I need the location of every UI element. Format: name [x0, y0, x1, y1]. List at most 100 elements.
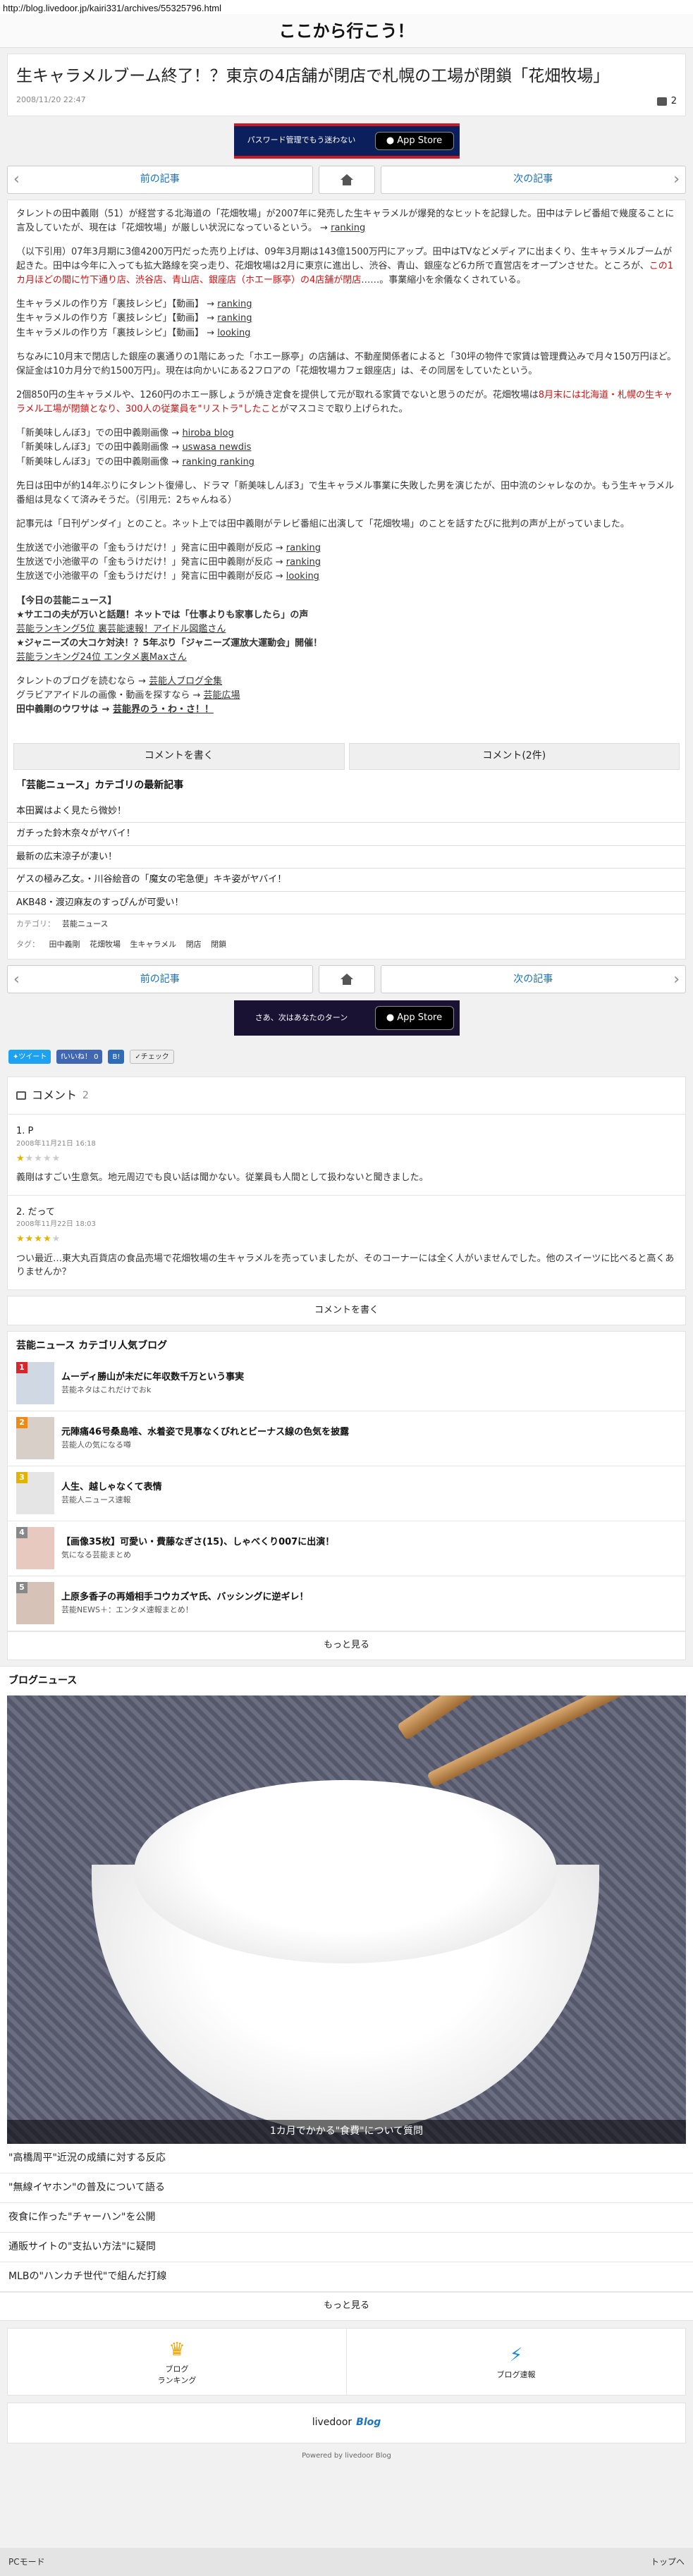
next-article-button[interactable]: 次の記事 [380, 965, 686, 994]
ranking-item-blog: 芸能人の気になる噂 [61, 1440, 131, 1449]
list-item[interactable]: 通販サイトの"支払い方法"に疑問 [0, 2233, 693, 2262]
comment-count-link[interactable]: 2 [656, 94, 677, 109]
news-link[interactable]: looking [286, 571, 319, 582]
bottom-bar: PCモード トップへ [0, 2548, 693, 2576]
manga-link[interactable]: hiroba blog [182, 428, 233, 438]
blog-news-more-button[interactable]: もっと見る [0, 2291, 693, 2320]
comment-text: つい最近…東大丸百貨店の食品売場で花畑牧場の生キャラメルを売っていましたが、その… [16, 1253, 675, 1278]
ranking-item[interactable]: 4 【画像35枚】可愛い・費藤なぎさ(15)、しゃべくり007に出演！ 気になる芸能… [8, 1521, 685, 1576]
ranking-item-title: ムーディ勝山が未だに年収数千万という事実 [61, 1372, 245, 1383]
rating-stars: ★★★★★ [16, 1152, 677, 1166]
body-paragraph: 記事元は「日刊ゲンダイ」とのこと。ネット上では田中義剛がテレビ番組に出演して「花… [16, 518, 630, 529]
comments-title: コメント [32, 1088, 78, 1103]
write-comment-button[interactable]: コメントを書く [13, 742, 345, 770]
site-title[interactable]: ここから行こう！ [0, 14, 693, 48]
write-comment-button[interactable]: コメントを書く [8, 1296, 685, 1325]
ranking-item[interactable]: 2 元陣痛46号桑島唯、水着姿で見事なくびれとビーナス線の色気を披露 芸能人の気にな… [8, 1411, 685, 1466]
apple-icon: ● [386, 1012, 395, 1024]
today-news-item[interactable]: ★サエコの夫が万いと話題！ネットでは「仕事よりも家事したら」の声 [16, 610, 308, 620]
ranking-title: 芸能ニュース カテゴリ人気ブログ [16, 1339, 168, 1351]
body-paragraph: （以下引用）07年3月期に3億4200万円だった売り上げは、09年3月期は143… [16, 246, 673, 271]
list-item[interactable]: 本田翼はよく見たら微妙！ [8, 800, 685, 823]
news-line: 生放送で小池徹平の「金もうけだけ！」発言に田中義剛が反応 → ranking [16, 543, 321, 554]
like-button[interactable]: f いいね！ 0 [56, 1050, 103, 1065]
chopstick-image [427, 1695, 686, 1788]
blog-link[interactable]: 芸能界のう・わ・さ！！ [113, 704, 214, 715]
article-header: 生キャラメルブーム終了！？東京の4店舗が閉店で札幌の工場が閉鎖「花畑牧場」 20… [7, 54, 686, 116]
blog-news-list: "高橋周平"近況の成績に対する反応 "無線イヤホン"の普及について語る 夜食に作… [0, 2144, 693, 2292]
home-button[interactable] [318, 965, 375, 994]
list-item[interactable]: 夜食に作った"チャーハン"を公開 [0, 2203, 693, 2233]
app-store-badge: ● App Store [374, 131, 454, 150]
pc-mode-link[interactable]: PCモード [8, 2556, 45, 2568]
blog-breaking-link[interactable]: ⚡ ブログ速報 [346, 2328, 685, 2395]
article-nav-top: 前の記事 次の記事 [7, 165, 686, 194]
rating-stars: ★★★★★ [16, 1232, 677, 1246]
tag-link[interactable]: 閉店 [186, 940, 202, 949]
manga-link[interactable]: uswasa newdis [182, 442, 251, 453]
tag-link[interactable]: 花畑牧場 [90, 940, 121, 949]
tweet-button[interactable]: ✦ ツイート [8, 1050, 51, 1065]
article-date: 2008/11/20 22:47 [16, 95, 86, 105]
comment-icon [656, 97, 667, 106]
social-buttons: ✦ ツイート f いいね！ 0 B! ✓ チェック [0, 1043, 693, 1071]
next-article-button[interactable]: 次の記事 [380, 165, 686, 194]
body-link[interactable]: ranking [331, 223, 365, 233]
check-button[interactable]: ✓ チェック [130, 1050, 174, 1065]
lightning-icon: ⚡ [509, 2344, 523, 2366]
comment-author: 2. だって [16, 1206, 55, 1218]
address-bar[interactable]: http://blog.livedoor.jp/kairi331/archive… [0, 0, 693, 14]
recipe-link[interactable]: looking [217, 328, 250, 338]
blog-news-section: ブログニュース 1カ月でかかる"食費"について質問 "高橋周平"近況の成績に対す… [0, 1665, 693, 2321]
list-item[interactable]: AKB48・渡辺麻友のすっぴんが可愛い！ [8, 892, 685, 915]
tag-link[interactable]: 閉鎖 [211, 940, 226, 949]
ranking-item[interactable]: 3 人生、越しゃなくて表情 芸能人ニュース速報 [8, 1466, 685, 1521]
view-comments-button[interactable]: コメント(2件) [348, 742, 680, 770]
ranking-item[interactable]: 1 ムーディ勝山が未だに年収数千万という事実 芸能ネタはこれだけでおk [8, 1356, 685, 1411]
comment-date: 2008年11月22日 18:03 [16, 1220, 96, 1229]
ranking-section: 芸能ニュース カテゴリ人気ブログ 1 ムーディ勝山が未だに年収数千万という事実 芸能… [7, 1330, 686, 1660]
today-news-item[interactable]: ★ジャニーズの大コケ対決！？5年ぶり「ジャニーズ運放大運動会」開催！ [16, 638, 322, 649]
prev-article-button[interactable]: 前の記事 [7, 165, 313, 194]
bookmark-button[interactable]: B! [108, 1050, 125, 1065]
news-link[interactable]: ranking [286, 557, 321, 568]
category-link[interactable]: 芸能ニュース [62, 919, 108, 928]
ranking-more-button[interactable]: もっと見る [8, 1631, 685, 1660]
blog-link[interactable]: 芸能人ブログ全集 [149, 676, 222, 687]
back-to-top-link[interactable]: トップへ [651, 2556, 685, 2568]
blog-news-feature[interactable]: 1カ月でかかる"食費"について質問 [7, 1695, 686, 2144]
today-news-rank[interactable]: 芸能ランキング5位 裏芸能速報！アイドル図鑑さん [16, 624, 226, 634]
list-item[interactable]: MLBの"ハンカチ世代"で組んだ打線 [0, 2262, 693, 2292]
list-item[interactable]: "無線イヤホン"の普及について語る [0, 2173, 693, 2203]
recipe-line: 生キャラメルの作り方「裏技レシピ」【動画】 → ranking [16, 313, 252, 324]
star-icon: ★★★★ [16, 1234, 52, 1245]
ranking-item[interactable]: 5 上原多香子の再婚相手コウカズヤ氏、バッシングに逆ギレ！ 芸能NEWS＋：エンタメ… [8, 1576, 685, 1631]
list-item[interactable]: ゲスの極み乙女。・川谷絵音の「魔女の宅急便」キキ姿がヤバイ！ [8, 869, 685, 892]
recipe-link[interactable]: ranking [217, 299, 252, 309]
blog-line: 田中義剛のウワサは → 芸能界のう・わ・さ！！ [16, 704, 214, 716]
recipe-line: 生キャラメルの作り方「裏技レシピ」【動画】 → looking [16, 327, 251, 338]
today-news-rank[interactable]: 芸能ランキング24位 エンタメ裏Maxさん [16, 652, 187, 663]
tag-link[interactable]: 田中義剛 [49, 940, 80, 949]
prev-article-button[interactable]: 前の記事 [7, 965, 313, 994]
manga-link[interactable]: ranking ranking [182, 457, 254, 467]
list-item[interactable]: 最新の広末涼子が凄い！ [8, 846, 685, 869]
blog-ranking-link[interactable]: ♛ ブログ ランキング [8, 2329, 346, 2395]
tag-link[interactable]: 生キャラメル [130, 940, 177, 949]
livedoor-blog-logo[interactable]: livedoor Blog [7, 2402, 686, 2443]
list-item[interactable]: "高橋周平"近況の成績に対する反応 [0, 2144, 693, 2173]
news-link[interactable]: ranking [286, 543, 321, 553]
recipe-link[interactable]: ranking [217, 313, 252, 324]
news-line: 生放送で小池徹平の「金もうけだけ！」発言に田中義剛が反応 → ranking [16, 557, 321, 568]
body-paragraph: ちなみに10月末で閉店した銀座の裏通りの1階にあった「ホエー豚亭」の店舗は、不動… [16, 351, 677, 376]
home-button[interactable] [318, 165, 375, 194]
body-paragraph-tail: がマスコミで取り上げられた。 [279, 404, 408, 415]
ad-banner-top[interactable]: パスワード管理でもう迷わない ● App Store [233, 123, 460, 159]
ranking-item-title: 元陣痛46号桑島唯、水着姿で見事なくびれとビーナス線の色気を披露 [61, 1427, 350, 1438]
ranking-item-title: 人生、越しゃなくて表情 [61, 1482, 162, 1493]
mixi-icon: ✓ [135, 1053, 141, 1061]
list-item[interactable]: ガチった鈴木奈々がヤバイ！ [8, 823, 685, 846]
ad-banner-bottom[interactable]: さあ、次はあなたのターン ● App Store [233, 1000, 460, 1036]
blog-link[interactable]: 芸能広場 [204, 690, 240, 701]
bookmark-icon: B! [112, 1053, 121, 1061]
